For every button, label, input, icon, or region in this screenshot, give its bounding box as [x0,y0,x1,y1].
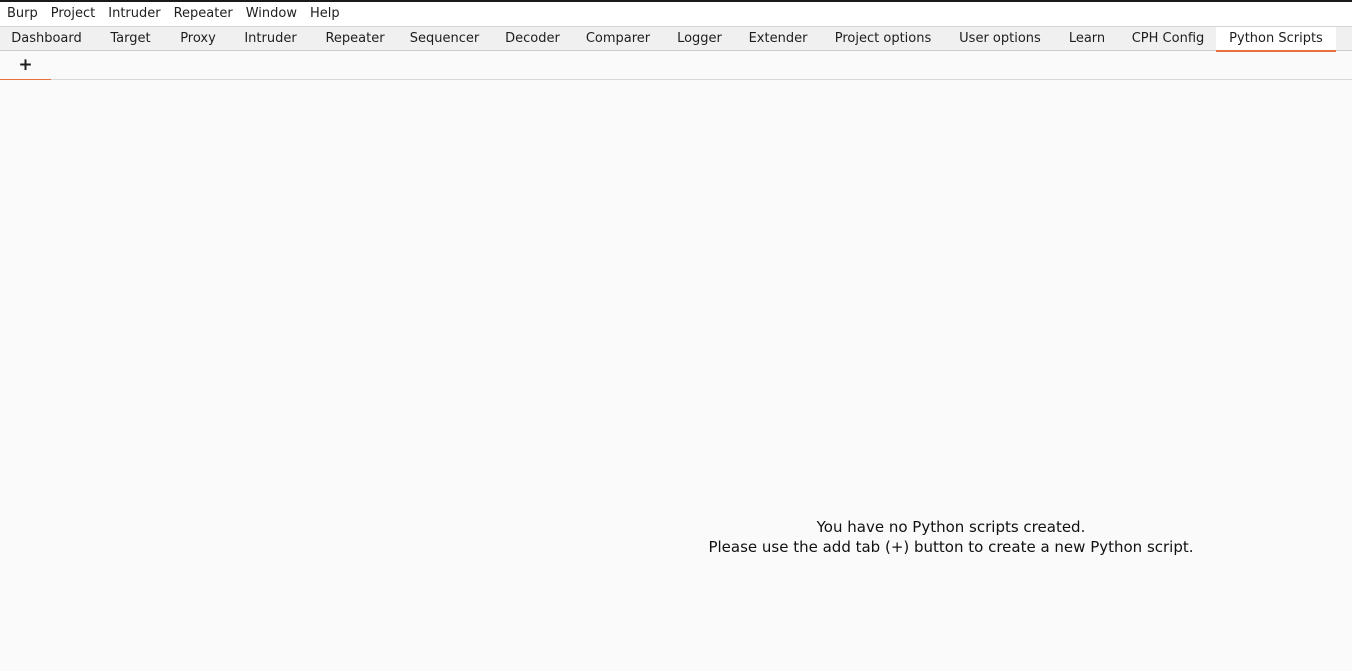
tab-learn[interactable]: Learn [1054,27,1120,51]
python-scripts-tab-bar: + [0,51,1352,81]
tab-decoder[interactable]: Decoder [492,27,573,51]
tab-logger[interactable]: Logger [663,27,736,51]
tab-python-scripts[interactable]: Python Scripts [1216,27,1336,52]
main-tab-bar: Dashboard Target Proxy Intruder Repeater… [0,26,1352,52]
tab-dashboard[interactable]: Dashboard [0,27,93,51]
menu-burp[interactable]: Burp [1,2,45,26]
tab-intruder[interactable]: Intruder [228,27,313,51]
menu-window[interactable]: Window [240,2,304,26]
add-tab-button[interactable]: + [0,51,51,81]
tab-repeater[interactable]: Repeater [313,27,397,51]
tab-target[interactable]: Target [93,27,168,51]
tab-proxy[interactable]: Proxy [168,27,228,51]
empty-state-message: You have no Python scripts created. Plea… [690,517,1212,557]
plus-icon: + [18,55,33,75]
tab-project-options[interactable]: Project options [820,27,946,51]
menu-help[interactable]: Help [304,2,347,26]
empty-state-line-1: You have no Python scripts created. [816,518,1086,536]
tab-cph-config[interactable]: CPH Config [1120,27,1216,51]
menu-repeater[interactable]: Repeater [168,2,240,26]
menu-project[interactable]: Project [45,2,102,26]
tab-sequencer[interactable]: Sequencer [397,27,492,51]
tab-comparer[interactable]: Comparer [573,27,663,51]
menu-intruder[interactable]: Intruder [102,2,167,26]
python-scripts-panel: You have no Python scripts created. Plea… [0,80,1352,670]
empty-state-line-2: Please use the add tab (+) button to cre… [708,538,1194,556]
menu-bar: Burp Project Intruder Repeater Window He… [0,2,1352,26]
tab-extender[interactable]: Extender [736,27,820,51]
tab-user-options[interactable]: User options [946,27,1054,51]
